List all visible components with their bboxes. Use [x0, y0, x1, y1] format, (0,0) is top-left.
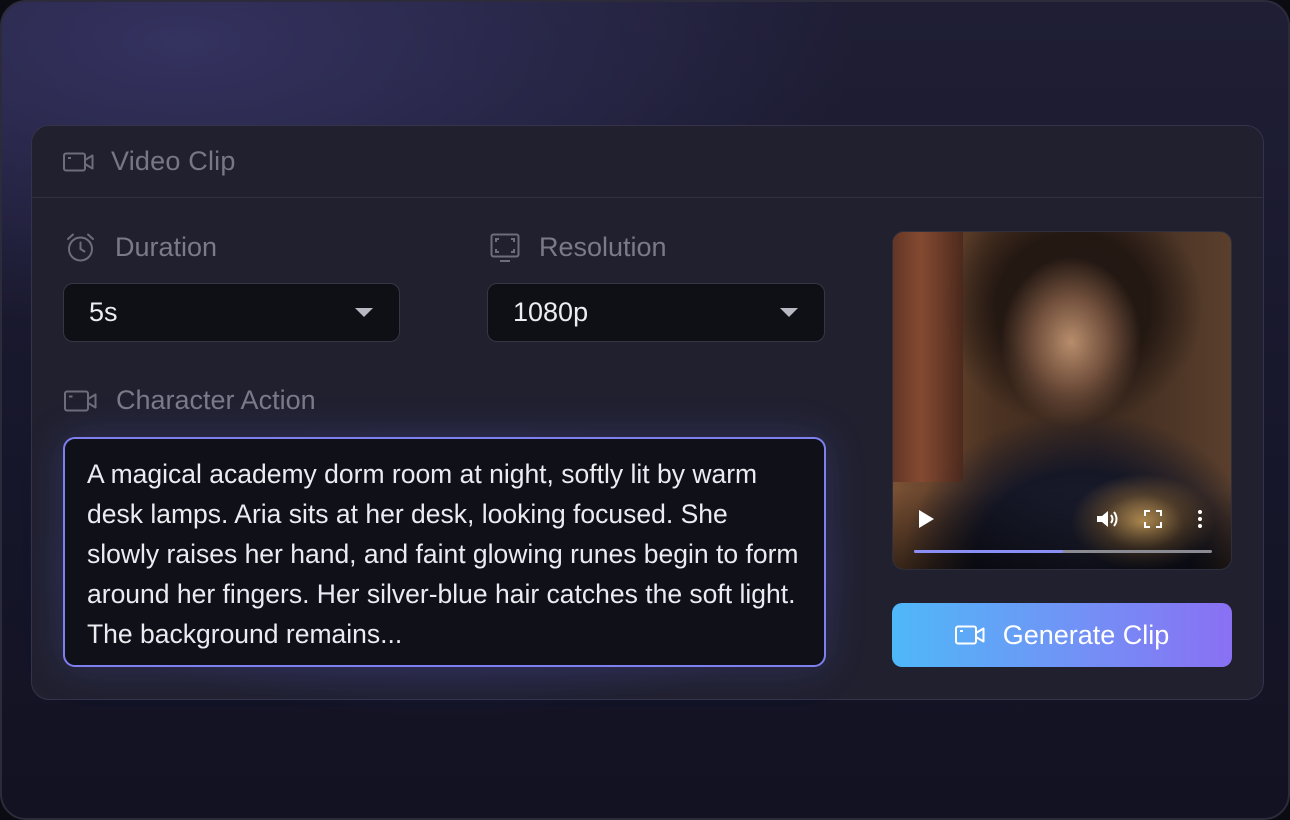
duration-label: Duration	[65, 232, 217, 263]
alarm-clock-icon	[65, 232, 96, 263]
card-header: Video Clip	[32, 126, 1263, 198]
video-camera-icon	[64, 390, 97, 412]
resolution-label-text: Resolution	[539, 232, 667, 262]
volume-icon[interactable]	[1095, 508, 1121, 530]
more-options-icon[interactable]	[1193, 509, 1207, 529]
generate-clip-button[interactable]: Generate Clip	[892, 603, 1232, 667]
resolution-label: Resolution	[490, 232, 667, 263]
duration-select[interactable]: 5s	[63, 283, 400, 342]
character-action-label-text: Character Action	[116, 385, 316, 415]
duration-value: 5s	[89, 297, 118, 327]
video-preview[interactable]	[892, 231, 1232, 570]
character-action-textarea[interactable]: A magical academy dorm room at night, so…	[63, 437, 826, 667]
background-curtain	[893, 232, 963, 482]
video-camera-icon	[954, 625, 985, 645]
resolution-select[interactable]: 1080p	[487, 283, 825, 342]
progress-bar[interactable]	[914, 550, 1212, 553]
app-frame: Video Clip Duration 5s Resolution 1080p	[0, 0, 1290, 820]
card-title: Video Clip	[111, 146, 236, 176]
fullscreen-icon[interactable]	[1143, 509, 1163, 529]
video-camera-icon	[63, 151, 95, 173]
generate-clip-label: Generate Clip	[1002, 619, 1170, 650]
resolution-value: 1080p	[513, 297, 589, 327]
progress-fill	[914, 550, 1063, 553]
chevron-down-icon	[780, 308, 798, 317]
duration-label-text: Duration	[115, 232, 218, 262]
play-icon[interactable]	[915, 507, 937, 531]
character-action-label: Character Action	[64, 385, 316, 416]
chevron-down-icon	[355, 308, 373, 317]
screen-frame-icon	[490, 233, 520, 263]
controls-shade	[893, 489, 1231, 569]
